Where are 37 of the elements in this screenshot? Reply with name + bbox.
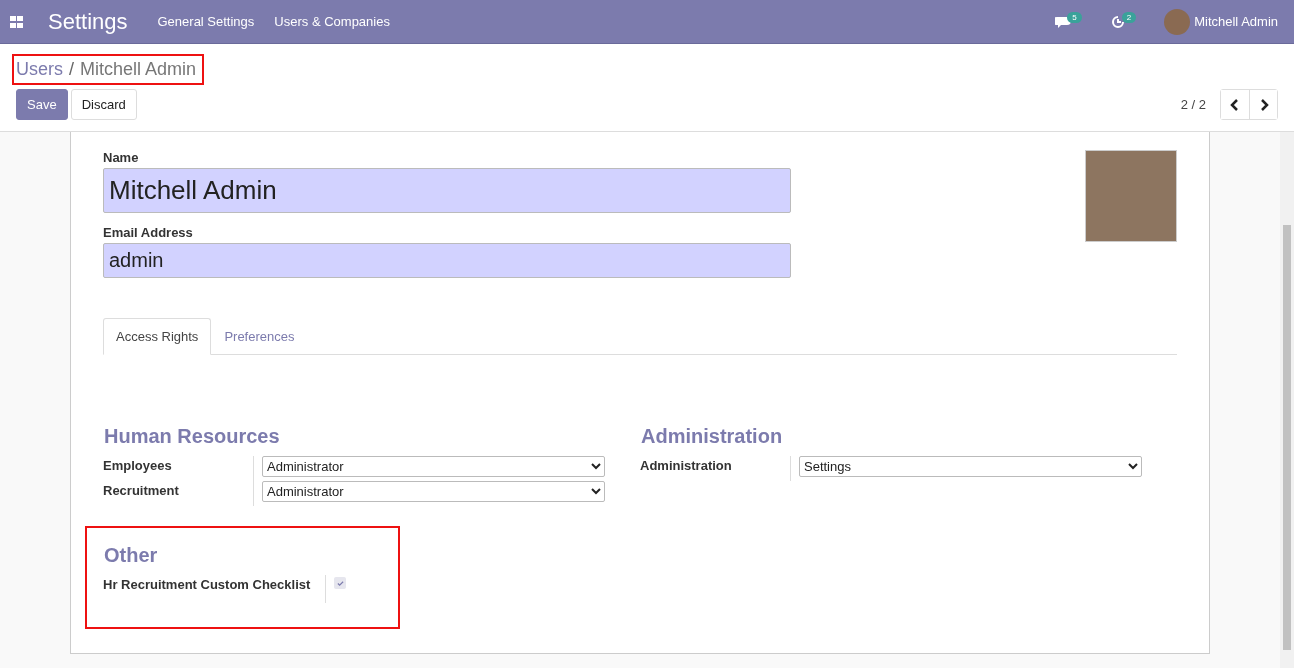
activity-count: 2	[1121, 12, 1137, 23]
email-field[interactable]: admin	[103, 243, 791, 278]
check-icon	[336, 579, 344, 587]
message-count: 5	[1067, 12, 1082, 23]
clock-icon[interactable]	[1109, 13, 1126, 30]
field-label: Hr Recruitment Custom Checklist	[103, 576, 312, 594]
pager-counter: 2 / 2	[1180, 97, 1206, 112]
group-title: Other	[104, 544, 159, 567]
scrollbar[interactable]	[1280, 132, 1294, 668]
user-name[interactable]: Mitchell Admin	[1194, 14, 1278, 29]
field-label: Recruitment	[103, 482, 180, 500]
tab[interactable]: Preferences	[211, 318, 308, 355]
select-field[interactable]: Administrator	[262, 481, 605, 502]
chevron-right-icon	[1258, 98, 1269, 111]
group-title: Human Resources	[104, 425, 281, 448]
chevron-left-icon	[1230, 98, 1240, 111]
tab[interactable]: Access Rights	[103, 318, 212, 355]
apps-grid-icon[interactable]	[10, 15, 23, 28]
photo-placeholder[interactable]	[1085, 150, 1177, 242]
app-title: Settings	[48, 8, 128, 35]
field-label: Email Address	[103, 225, 194, 240]
breadcrumb-current: Mitchell Admin	[80, 59, 197, 80]
group-title: Administration	[641, 425, 784, 448]
field-label: Name	[103, 150, 140, 165]
field-label: Employees	[103, 457, 173, 475]
next-button[interactable]	[1249, 90, 1277, 119]
menu-item[interactable]: General Settings	[157, 14, 255, 29]
menu-item[interactable]: Users & Companies	[274, 14, 390, 29]
checkbox[interactable]	[334, 577, 347, 589]
breadcrumb-separator: /	[69, 59, 75, 80]
save-button[interactable]: Save	[16, 89, 68, 120]
discard-button[interactable]: Discard	[70, 89, 137, 120]
field-label: Administration	[640, 457, 733, 475]
name-field[interactable]: Mitchell Admin	[103, 168, 791, 213]
select-field[interactable]: Settings	[799, 456, 1142, 477]
breadcrumb-link[interactable]: Users	[16, 59, 63, 80]
select-field[interactable]: Administrator	[262, 456, 605, 477]
